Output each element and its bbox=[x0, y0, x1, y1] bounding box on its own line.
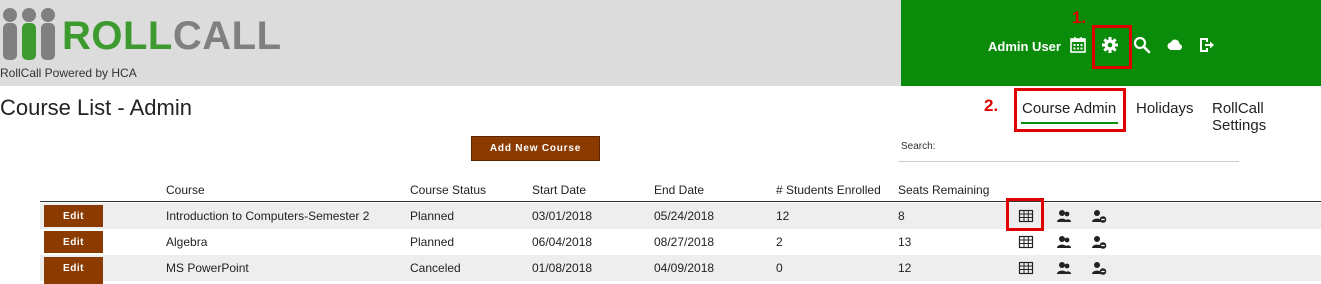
user-name[interactable]: Admin User bbox=[988, 39, 1061, 54]
course-name: Introduction to Computers-Semester 2 bbox=[166, 209, 370, 223]
user-remove-icon[interactable] bbox=[1091, 234, 1107, 250]
logo[interactable]: ROLLCALL bbox=[0, 4, 281, 60]
calendar-icon[interactable] bbox=[1069, 36, 1087, 54]
user-remove-icon[interactable] bbox=[1091, 260, 1107, 276]
powered-by-text: RollCall Powered by HCA bbox=[0, 66, 137, 80]
table-row: Edit Algebra Planned 06/04/2018 08/27/20… bbox=[40, 229, 1321, 255]
search-input[interactable] bbox=[940, 136, 1238, 158]
course-status: Planned bbox=[410, 235, 455, 249]
tab-holidays[interactable]: Holidays bbox=[1136, 100, 1194, 117]
annotation-number-1: 1. bbox=[1072, 8, 1087, 27]
end-date: 05/24/2018 bbox=[654, 209, 715, 223]
column-header-status[interactable]: Course Status bbox=[410, 183, 486, 197]
course-name: Algebra bbox=[166, 235, 208, 249]
cloud-icon[interactable] bbox=[1165, 36, 1183, 54]
column-header-end-date[interactable]: End Date bbox=[654, 183, 704, 197]
people-logo-icon bbox=[3, 8, 55, 60]
grid-icon[interactable] bbox=[1018, 234, 1034, 250]
end-date: 08/27/2018 bbox=[654, 235, 715, 249]
search-label: Search: bbox=[901, 141, 936, 152]
seats-remaining: 8 bbox=[898, 209, 905, 223]
seats-remaining: 12 bbox=[898, 261, 912, 275]
edit-button[interactable]: Edit bbox=[44, 257, 103, 279]
column-header-students-enrolled[interactable]: # Students Enrolled bbox=[776, 183, 881, 197]
add-new-course-button[interactable]: Add New Course bbox=[471, 136, 600, 161]
column-header-seats-remaining[interactable]: Seats Remaining bbox=[898, 183, 989, 197]
active-tab-indicator bbox=[1021, 122, 1118, 124]
tab-rollcall-settings[interactable]: RollCall Settings bbox=[1212, 100, 1321, 134]
students-enrolled: 2 bbox=[776, 235, 783, 249]
users-icon[interactable] bbox=[1056, 208, 1072, 224]
start-date: 03/01/2018 bbox=[532, 209, 593, 223]
students-enrolled: 0 bbox=[776, 261, 783, 275]
annotation-box-grid-icon bbox=[1006, 198, 1044, 231]
table-row: Edit MS PowerPoint Canceled 01/08/2018 0… bbox=[40, 255, 1321, 281]
user-remove-icon[interactable] bbox=[1091, 208, 1107, 224]
brand-name: ROLLCALL bbox=[62, 14, 282, 58]
table-row: Edit Introduction to Computers-Semester … bbox=[40, 203, 1321, 229]
start-date: 06/04/2018 bbox=[532, 235, 593, 249]
logout-icon[interactable] bbox=[1197, 36, 1215, 54]
search-underline bbox=[898, 161, 1239, 162]
course-status: Canceled bbox=[410, 261, 461, 275]
course-name: MS PowerPoint bbox=[166, 261, 249, 275]
edit-button-partial[interactable] bbox=[44, 279, 103, 284]
annotation-number-2: 2. bbox=[984, 96, 999, 115]
edit-button[interactable]: Edit bbox=[44, 205, 103, 227]
users-icon[interactable] bbox=[1056, 260, 1072, 276]
users-icon[interactable] bbox=[1056, 234, 1072, 250]
seats-remaining: 13 bbox=[898, 235, 912, 249]
search-icon[interactable] bbox=[1133, 36, 1151, 54]
start-date: 01/08/2018 bbox=[532, 261, 593, 275]
page-title: Course List - Admin bbox=[0, 95, 192, 120]
grid-icon[interactable] bbox=[1018, 260, 1034, 276]
table-header: Course Course Status Start Date End Date… bbox=[40, 178, 1321, 202]
column-header-course[interactable]: Course bbox=[166, 183, 205, 197]
end-date: 04/09/2018 bbox=[654, 261, 715, 275]
course-status: Planned bbox=[410, 209, 455, 223]
tab-course-admin[interactable]: Course Admin bbox=[1022, 100, 1116, 117]
annotation-box-gear bbox=[1092, 25, 1132, 69]
column-header-start-date[interactable]: Start Date bbox=[532, 183, 586, 197]
students-enrolled: 12 bbox=[776, 209, 790, 223]
edit-button[interactable]: Edit bbox=[44, 231, 103, 253]
